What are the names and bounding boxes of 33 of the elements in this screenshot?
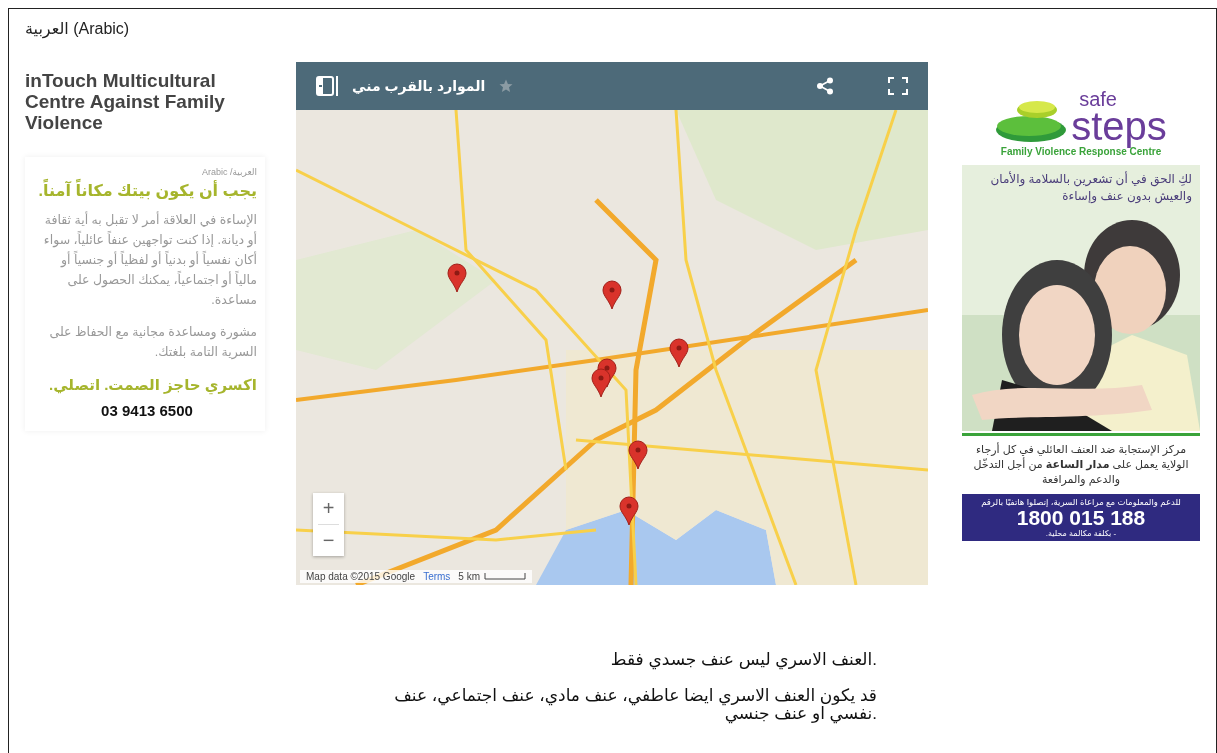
star-icon[interactable] <box>499 79 514 93</box>
zoom-out-button[interactable]: − <box>313 525 344 556</box>
paragraph: قد يكون العنف الاسري ايضا عاطفي، عنف مادي، عنف اجتماعي، عنف نفسي او عنف جنسي. <box>393 687 877 723</box>
map-pin-icon[interactable] <box>447 263 467 293</box>
map-pin-icon[interactable] <box>619 496 639 526</box>
scale-bar-icon <box>484 573 527 580</box>
logo-small-text: safe <box>1079 90 1118 108</box>
phone-number: 03 9413 6500 <box>100 402 194 419</box>
flyer-body: الإساءة في العلاقة أمر لا تقبل به أية ثقافة أو ديانة. إذا كنت تواجهين عنفاً عائلياً، سواء أكان نفسياً أو بدنياً أو لفظياً أو جنسياً أو مالياً أو اجتماعياً، يمكنك الحصول على مساعدة. <box>42 210 257 309</box>
flyer-slogan: اكسري حاجز الصمت. اتصلي. <box>48 376 257 394</box>
map-pin-icon[interactable] <box>602 280 622 310</box>
zoom-in-button[interactable]: + <box>313 493 344 524</box>
language-tag: العربية/ Arabic <box>37 167 257 177</box>
flyer-headline: يجب أن يكون بيتك مكاناً آمناً. <box>37 181 257 200</box>
sidebar-toggle-icon[interactable] <box>316 76 338 96</box>
map-title: الموارد بالقرب مني <box>352 78 486 94</box>
photo-caption: لكِ الحق في أن تشعرين بالسلامة والأمان والعيش بدون عنف وإساءة <box>989 171 1192 205</box>
map-pin-icon[interactable] <box>628 440 648 470</box>
map-pin-icon[interactable] <box>591 368 611 398</box>
call-cost-note: - بكلفة مكالمة محلية. <box>1045 529 1117 538</box>
organization-name: inTouch Multicultural Centre Against Family Violence <box>25 70 226 133</box>
terms-link[interactable]: Terms <box>423 571 451 582</box>
attribution-text: Map data ©2015 Google <box>306 571 416 582</box>
scale-label: 5 km <box>458 571 481 582</box>
service-text: مركز الإستجابة ضد العنف العائلي في كل أرجاء الولاية يعمل على مدار الساعة من أجل التدخّل والدعم والمرافعة <box>972 442 1190 487</box>
flyer-offer: مشورة ومساعدة مجانية مع الحفاظ على السرية التامة بلغتك. <box>48 324 257 362</box>
paragraph: العنف الاسري ليس عنف جسدي فقط. <box>609 651 877 669</box>
hotline-number: 1800 015 188 <box>1016 507 1146 529</box>
page-heading: العربية (Arabic) <box>25 19 131 38</box>
fullscreen-icon[interactable] <box>888 77 908 95</box>
hotline-label: للدعم والمعلومات مع مراعاة السرية، إتصلوا هاتفيًا بالرقم <box>981 497 1181 507</box>
share-icon[interactable] <box>816 77 834 95</box>
map-pin-icon[interactable] <box>669 338 689 368</box>
